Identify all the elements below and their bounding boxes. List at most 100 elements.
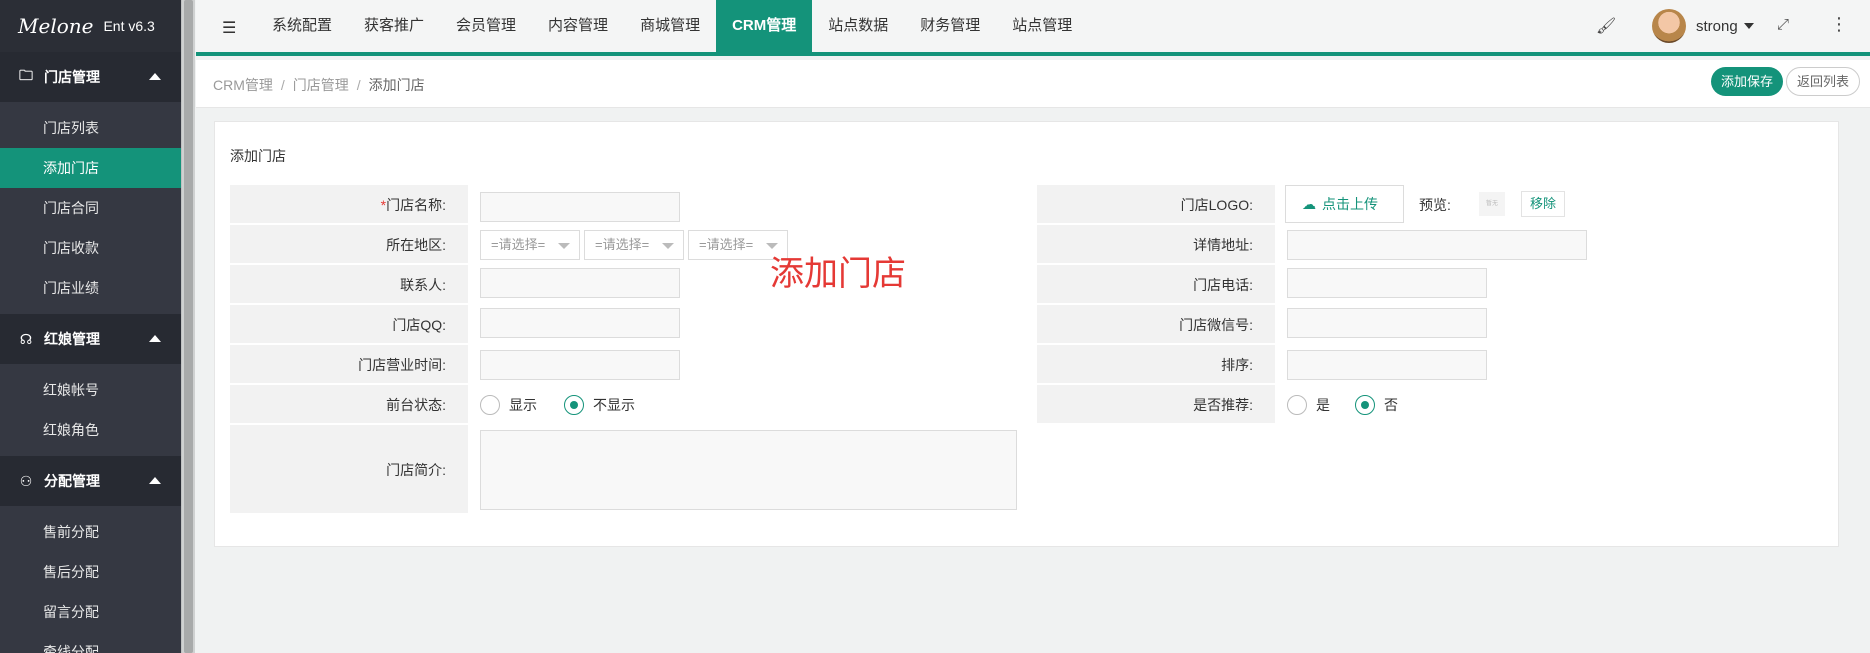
breadcrumb: CRM管理 / 门店管理 / 添加门店 <box>213 75 425 95</box>
contact-input[interactable] <box>480 268 680 298</box>
sidebar-item-store-contract[interactable]: 门店合同 <box>0 188 181 228</box>
sidebar-scrollbar[interactable] <box>181 0 195 653</box>
sidebar-group-label: 红娘管理 <box>44 331 100 347</box>
radio-circle-checked[interactable] <box>1355 395 1375 415</box>
form-panel: 添加门店 *门店名称: 所在地区: =请选择= =请选择= =请选择= 联系人:… <box>214 121 1839 547</box>
sidebar-item-presale-assign[interactable]: 售前分配 <box>0 512 181 552</box>
sidebar-item-store-performance[interactable]: 门店业绩 <box>0 268 181 308</box>
row-recommend: 是否推荐: 是 否 <box>1037 385 1835 425</box>
wechat-input[interactable] <box>1287 308 1487 338</box>
sidebar-item-match-assign[interactable]: 牵线分配 <box>0 632 181 653</box>
recommend-label: 是否推荐: <box>1037 385 1275 425</box>
row-status: 前台状态: 显示 不显示 <box>230 385 1036 425</box>
sidebar-group-assign[interactable]: ⚇ 分配管理 <box>0 456 181 506</box>
row-phone: 门店电话: <box>1037 265 1835 305</box>
city-select[interactable]: =请选择= <box>584 230 684 260</box>
sidebar-item-store-payment[interactable]: 门店收款 <box>0 228 181 268</box>
avatar[interactable] <box>1652 9 1686 43</box>
overlay-page-title: 添加门店 <box>770 255 906 293</box>
breadcrumb-store[interactable]: 门店管理 <box>293 77 349 93</box>
logo[interactable]: Melone Ent v6.3 <box>0 0 181 52</box>
store-name-input[interactable] <box>480 192 680 222</box>
nav-item-content[interactable]: 内容管理 <box>532 0 624 52</box>
user-menu[interactable]: strong <box>1652 9 1754 43</box>
intro-label: 门店简介: <box>230 425 468 515</box>
nav-item-acquisition[interactable]: 获客推广 <box>348 0 440 52</box>
top-nav-menu: 系统配置 获客推广 会员管理 内容管理 商城管理 CRM管理 站点数据 财务管理… <box>256 0 1088 52</box>
breadcrumb-bar: CRM管理 / 门店管理 / 添加门店 添加保存 返回列表 <box>196 60 1870 108</box>
user-icon: ⚇ <box>19 472 33 489</box>
contact-label: 联系人: <box>230 265 468 305</box>
row-logo: 门店LOGO: ☁ 点击上传 预览: 暂无 移除 <box>1037 185 1835 225</box>
qq-input[interactable] <box>480 308 680 338</box>
row-sort: 排序: <box>1037 345 1835 385</box>
fullscreen-icon[interactable]: ⤢ <box>1777 16 1789 33</box>
intro-textarea[interactable] <box>480 430 1017 510</box>
breadcrumb-separator: / <box>280 77 285 93</box>
nav-item-site-manage[interactable]: 站点管理 <box>996 0 1088 52</box>
nav-item-finance[interactable]: 财务管理 <box>904 0 996 52</box>
caret-up-icon <box>149 477 161 484</box>
sidebar-item-message-assign[interactable]: 留言分配 <box>0 592 181 632</box>
cloud-upload-icon: ☁ <box>1302 196 1316 212</box>
nav-item-crm[interactable]: CRM管理 <box>716 0 813 52</box>
logo-label: 门店LOGO: <box>1037 185 1275 225</box>
sort-input[interactable] <box>1287 350 1487 380</box>
sidebar-item-aftersale-assign[interactable]: 售后分配 <box>0 552 181 592</box>
headset-icon: ☊ <box>19 330 33 347</box>
add-save-button[interactable]: 添加保存 <box>1711 67 1784 96</box>
hours-label: 门店营业时间: <box>230 345 468 385</box>
logo-preview: 暂无 <box>1479 192 1505 216</box>
folder-icon: 🗀 <box>19 67 33 83</box>
row-qq: 门店QQ: <box>230 305 1036 345</box>
nav-item-system-config[interactable]: 系统配置 <box>256 0 348 52</box>
sidebar-group-matchmaker[interactable]: ☊ 红娘管理 <box>0 314 181 364</box>
qq-label: 门店QQ: <box>230 305 468 345</box>
phone-label: 门店电话: <box>1037 265 1275 305</box>
caret-up-icon <box>149 73 161 80</box>
recommend-radio-yes[interactable]: 是 <box>1287 395 1330 415</box>
logo-version: Ent v6.3 <box>103 18 155 34</box>
sidebar-group-store[interactable]: 🗀 门店管理 <box>0 52 181 102</box>
sidebar-item-matchmaker-role[interactable]: 红娘角色 <box>0 410 181 450</box>
sidebar-sublist-assign: 售前分配 售后分配 留言分配 牵线分配 <box>0 506 181 653</box>
region-label: 所在地区: <box>230 225 468 265</box>
store-name-label: *门店名称: <box>230 185 468 225</box>
status-radio-hide[interactable]: 不显示 <box>564 395 635 415</box>
radio-circle[interactable] <box>480 395 500 415</box>
back-to-list-button[interactable]: 返回列表 <box>1786 67 1861 96</box>
address-input[interactable] <box>1287 230 1587 260</box>
row-intro: 门店简介: <box>230 425 1036 515</box>
sort-label: 排序: <box>1037 345 1275 385</box>
breadcrumb-crm[interactable]: CRM管理 <box>213 77 273 93</box>
recommend-radio-no[interactable]: 否 <box>1355 395 1398 415</box>
radio-circle[interactable] <box>1287 395 1307 415</box>
nav-item-site-data[interactable]: 站点数据 <box>812 0 904 52</box>
sidebar-item-matchmaker-account[interactable]: 红娘帐号 <box>0 370 181 410</box>
status-label: 前台状态: <box>230 385 468 425</box>
caret-up-icon <box>149 335 161 342</box>
hours-input[interactable] <box>480 350 680 380</box>
nav-item-mall[interactable]: 商城管理 <box>624 0 716 52</box>
row-region: 所在地区: =请选择= =请选择= =请选择= <box>230 225 1036 265</box>
menu-toggle-icon[interactable]: ☰ <box>222 18 236 38</box>
preview-label: 预览: <box>1419 197 1451 213</box>
sidebar: Melone Ent v6.3 🗀 门店管理 门店列表 添加门店 门店合同 门店… <box>0 0 181 653</box>
sidebar-sublist-store: 门店列表 添加门店 门店合同 门店收款 门店业绩 <box>0 102 181 314</box>
radio-circle-checked[interactable] <box>564 395 584 415</box>
nav-item-members[interactable]: 会员管理 <box>440 0 532 52</box>
province-select[interactable]: =请选择= <box>480 230 580 260</box>
username[interactable]: strong <box>1696 18 1738 35</box>
phone-input[interactable] <box>1287 268 1487 298</box>
sidebar-item-add-store[interactable]: 添加门店 <box>0 148 181 188</box>
row-contact: 联系人: <box>230 265 1036 305</box>
remove-logo-button[interactable]: 移除 <box>1521 191 1566 217</box>
breadcrumb-current: 添加门店 <box>368 77 425 93</box>
status-radio-show[interactable]: 显示 <box>480 395 537 415</box>
scrollbar-thumb[interactable] <box>184 0 193 653</box>
wechat-label: 门店微信号: <box>1037 305 1275 345</box>
clear-cache-brush-icon[interactable]: 🖌 <box>1596 16 1616 36</box>
more-vertical-icon[interactable]: ⋮ <box>1830 14 1848 35</box>
upload-button[interactable]: ☁ 点击上传 <box>1285 185 1404 223</box>
sidebar-item-store-list[interactable]: 门店列表 <box>0 108 181 148</box>
